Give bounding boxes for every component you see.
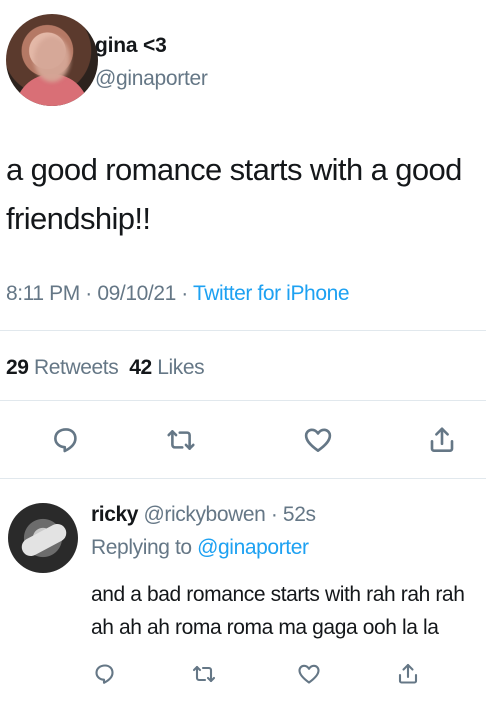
divider	[0, 478, 486, 479]
replying-to: Replying to @ginaporter	[91, 536, 309, 560]
heart-icon	[304, 428, 332, 452]
share-button[interactable]	[420, 418, 464, 462]
reply-author-avatar[interactable]	[8, 503, 78, 573]
reply-tweet[interactable]: ricky @rickybowen · 52s Replying to @gin…	[0, 480, 486, 705]
retweet-button[interactable]	[186, 656, 222, 692]
reply-author-handle[interactable]: @rickybowen	[143, 503, 265, 526]
tweet-text: a good romance starts with a good friend…	[6, 152, 462, 236]
retweets-label: Retweets	[34, 356, 119, 379]
author-display-name[interactable]: gina <3	[95, 34, 167, 58]
reply-icon	[95, 664, 114, 684]
likes-stat[interactable]: 42 Likes	[129, 356, 204, 379]
tweet-date[interactable]: 09/10/21	[97, 282, 176, 305]
author-avatar[interactable]	[6, 14, 98, 106]
likes-label: Likes	[157, 356, 205, 379]
share-button[interactable]	[390, 656, 426, 692]
share-icon	[430, 427, 454, 452]
reply-age[interactable]: 52s	[283, 503, 316, 526]
divider	[0, 400, 486, 401]
tweet-time[interactable]: 8:11 PM	[6, 282, 80, 305]
tweet-actions	[0, 418, 486, 462]
replying-prefix: Replying to	[91, 536, 192, 559]
tweet-header: gina <3 @ginaporter	[6, 14, 476, 110]
retweets-count: 29	[6, 356, 29, 379]
meta-separator: ·	[79, 282, 98, 305]
reply-actions	[0, 656, 486, 692]
tweet-stats: 29 Retweets 42 Likes	[6, 356, 205, 380]
reply-text-line-1: and a bad romance starts with rah rah ra…	[91, 583, 465, 606]
reply-button[interactable]	[87, 656, 123, 692]
like-button[interactable]	[296, 418, 340, 462]
retweet-icon	[167, 430, 195, 450]
avatar-face-blur	[34, 36, 70, 82]
reply-header: ricky @rickybowen · 52s	[91, 503, 316, 527]
reply-icon	[54, 428, 77, 453]
author-handle[interactable]: @ginaporter	[95, 67, 208, 91]
reply-text: and a bad romance starts with rah rah ra…	[91, 578, 486, 644]
heart-icon	[298, 664, 320, 684]
reply-text-line-2: ah ah ah roma roma ma gaga ooh la la	[91, 616, 439, 639]
retweet-icon	[192, 665, 216, 683]
retweets-stat[interactable]: 29 Retweets	[6, 356, 119, 379]
likes-count: 42	[129, 356, 152, 379]
reply-button[interactable]	[44, 418, 88, 462]
divider	[0, 330, 486, 331]
share-icon	[398, 663, 418, 684]
reply-author-name[interactable]: ricky	[91, 503, 138, 526]
retweet-button[interactable]	[159, 418, 203, 462]
like-button[interactable]	[291, 656, 327, 692]
meta-separator: ·	[265, 503, 283, 526]
avatar-shape	[18, 520, 70, 560]
tweet-source[interactable]: Twitter for iPhone	[193, 282, 350, 305]
tweet-meta: 8:11 PM · 09/10/21 · Twitter for iPhone	[6, 282, 350, 306]
replying-mention[interactable]: @ginaporter	[197, 536, 309, 559]
meta-separator: ·	[175, 282, 193, 305]
